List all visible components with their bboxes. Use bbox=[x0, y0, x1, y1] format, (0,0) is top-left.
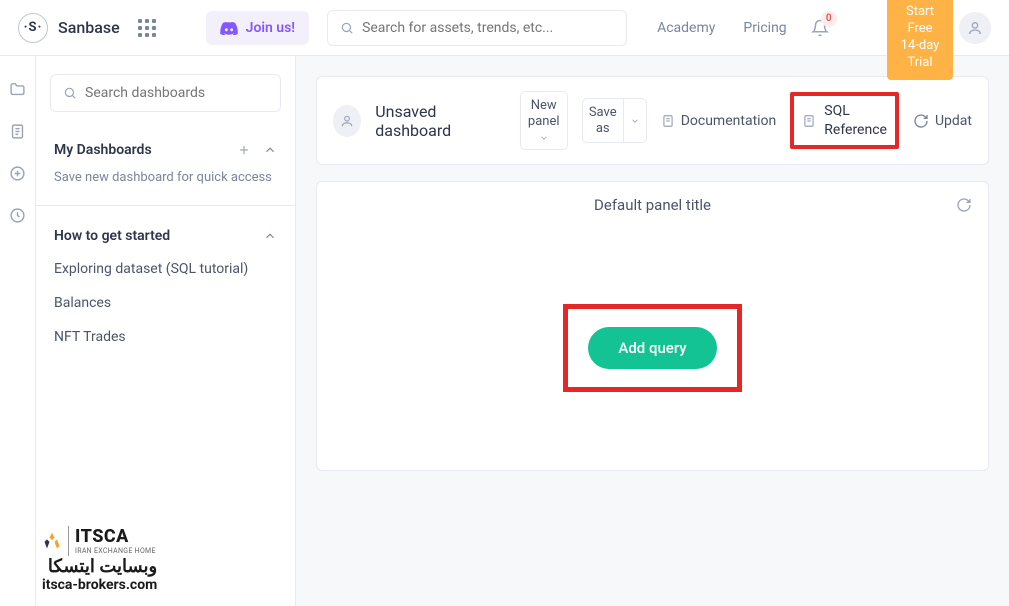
main-layout: My Dashboards Save new dashboard for qui… bbox=[0, 56, 1009, 606]
panel-header: Default panel title bbox=[317, 182, 988, 229]
notifications-button[interactable]: 0 bbox=[811, 19, 829, 37]
rail-folder-icon[interactable] bbox=[9, 80, 27, 98]
user-icon bbox=[340, 114, 354, 128]
annotation-highlight-sql-reference: SQL Reference bbox=[790, 92, 899, 148]
update-label: Updat bbox=[935, 113, 972, 129]
chevron-up-icon[interactable] bbox=[263, 229, 277, 243]
app-header: ·S· Sanbase Join us! Academy Pricing 0 bbox=[0, 0, 1009, 56]
sidebar-item-balances[interactable]: Balances bbox=[50, 286, 281, 320]
how-to-header[interactable]: How to get started bbox=[50, 220, 281, 252]
main-content: Unsaved dashboard New panel Save as Docu… bbox=[296, 56, 1009, 606]
discord-icon bbox=[220, 21, 238, 35]
brand-name: Sanbase bbox=[58, 18, 120, 37]
how-to-title: How to get started bbox=[54, 228, 170, 244]
my-dashboards-title: My Dashboards bbox=[54, 142, 152, 158]
brand-block[interactable]: ·S· Sanbase bbox=[18, 13, 120, 43]
notifications-badge: 0 bbox=[821, 11, 837, 27]
search-icon bbox=[63, 86, 77, 100]
global-search[interactable] bbox=[327, 10, 627, 46]
document-icon bbox=[661, 114, 675, 128]
user-avatar[interactable] bbox=[959, 12, 991, 44]
user-icon bbox=[967, 20, 983, 36]
chevron-down-icon bbox=[539, 133, 549, 143]
save-as-split-button: Save as bbox=[582, 98, 647, 143]
panel-refresh-button[interactable] bbox=[956, 197, 972, 213]
save-as-dropdown[interactable] bbox=[624, 98, 647, 143]
watermark-subtitle: IRAN EXCHANGE HOME bbox=[75, 547, 156, 555]
divider bbox=[36, 205, 295, 206]
watermark-brand: ITSCA bbox=[75, 526, 156, 548]
nav-academy[interactable]: Academy bbox=[657, 20, 715, 36]
watermark-persian: وبسایت ایتسکا bbox=[42, 556, 157, 578]
documentation-label: Documentation bbox=[681, 113, 777, 129]
brand-logo: ·S· bbox=[18, 13, 48, 43]
header-nav: Academy Pricing bbox=[657, 20, 787, 36]
watermark: ITSCA IRAN EXCHANGE HOME وبسایت ایتسکا i… bbox=[42, 526, 157, 594]
nav-pricing[interactable]: Pricing bbox=[743, 20, 786, 36]
new-panel-label: New panel bbox=[528, 98, 560, 129]
chevron-up-icon[interactable] bbox=[263, 143, 277, 157]
plus-icon[interactable] bbox=[237, 143, 251, 157]
watermark-url: itsca-brokers.com bbox=[42, 577, 157, 594]
refresh-icon bbox=[956, 197, 972, 213]
default-panel: Default panel title Add query bbox=[316, 181, 989, 471]
add-query-button[interactable]: Add query bbox=[588, 327, 716, 369]
apps-grid-icon[interactable] bbox=[138, 19, 156, 37]
rail-document-icon[interactable] bbox=[9, 122, 27, 140]
new-panel-button[interactable]: New panel bbox=[520, 91, 568, 150]
dashboard-title: Unsaved dashboard bbox=[375, 102, 499, 140]
join-us-label: Join us! bbox=[246, 20, 295, 36]
join-us-button[interactable]: Join us! bbox=[206, 11, 309, 45]
my-dashboards-desc: Save new dashboard for quick access bbox=[50, 166, 281, 201]
icon-rail bbox=[0, 56, 36, 606]
sidebar-item-sql-tutorial[interactable]: Exploring dataset (SQL tutorial) bbox=[50, 252, 281, 286]
panel-body: Add query bbox=[317, 229, 988, 467]
annotation-highlight-add-query: Add query bbox=[563, 304, 741, 392]
sql-reference-link[interactable]: SQL Reference bbox=[796, 98, 893, 142]
sidebar-item-nft-trades[interactable]: NFT Trades bbox=[50, 320, 281, 354]
refresh-icon bbox=[913, 113, 929, 129]
update-button[interactable]: Updat bbox=[913, 113, 972, 129]
dashboard-owner-avatar bbox=[333, 105, 361, 137]
sidebar-search[interactable] bbox=[50, 74, 281, 112]
dashboard-toolbar: Unsaved dashboard New panel Save as Docu… bbox=[316, 76, 989, 165]
sidebar: My Dashboards Save new dashboard for qui… bbox=[36, 56, 296, 606]
search-icon bbox=[340, 21, 354, 35]
chevron-down-icon bbox=[630, 116, 640, 126]
start-trial-button[interactable]: Start Free 14-day Trial bbox=[887, 0, 953, 80]
sql-reference-label-2: Reference bbox=[824, 121, 887, 139]
panel-title: Default panel title bbox=[594, 196, 711, 214]
document-icon bbox=[802, 114, 816, 128]
rail-history-icon[interactable] bbox=[9, 206, 27, 224]
save-as-button[interactable]: Save as bbox=[582, 98, 624, 143]
sql-reference-label-1: SQL bbox=[824, 102, 887, 120]
sidebar-search-input[interactable] bbox=[85, 85, 268, 101]
global-search-input[interactable] bbox=[362, 20, 614, 36]
my-dashboards-header[interactable]: My Dashboards bbox=[50, 134, 281, 166]
save-as-label: Save as bbox=[589, 105, 617, 136]
rail-add-icon[interactable] bbox=[9, 164, 27, 182]
documentation-link[interactable]: Documentation bbox=[661, 113, 777, 129]
watermark-logo-icon bbox=[42, 531, 62, 551]
